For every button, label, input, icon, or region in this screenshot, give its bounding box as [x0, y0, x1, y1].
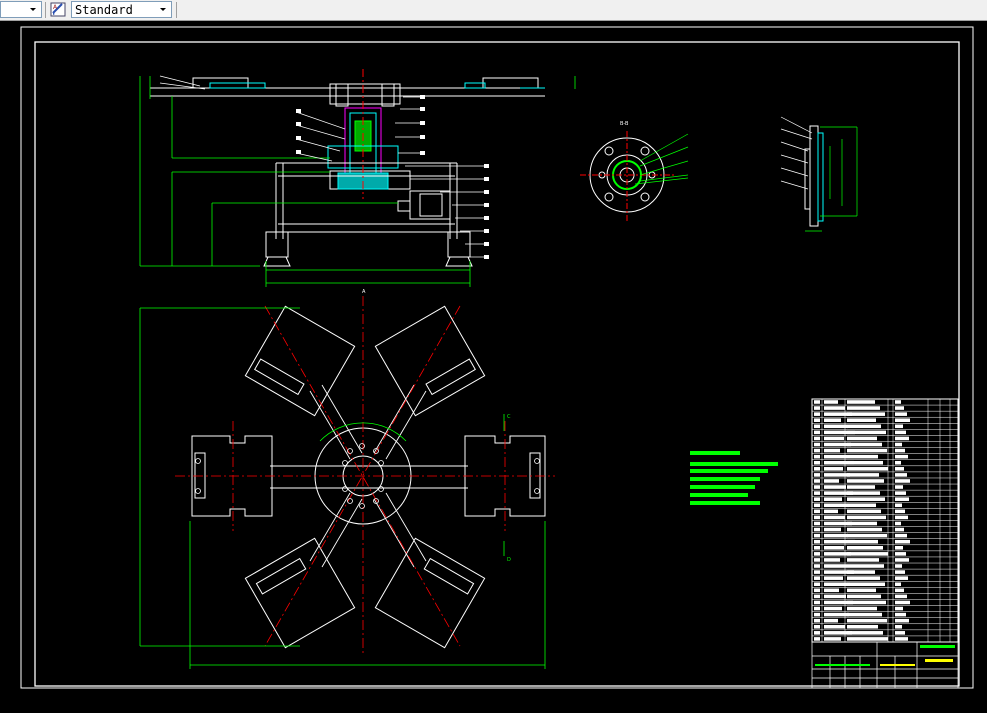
layer-dropdown[interactable]	[0, 1, 42, 18]
text-style-dropdown[interactable]: Standard	[71, 1, 172, 18]
section-d-label: D	[507, 557, 511, 563]
drawing-canvas[interactable]: A B-B C D	[0, 21, 987, 713]
chevron-down-icon	[160, 8, 166, 11]
toolbar-separator	[45, 2, 46, 18]
cad-drawing: A B-B C D	[0, 21, 987, 713]
section-bb-label: B-B	[620, 121, 629, 127]
text-style-dropdown-value: Standard	[75, 3, 133, 17]
parts-list-table	[811, 398, 959, 643]
text-style-icon[interactable]: A	[50, 1, 68, 18]
section-c-label: C	[507, 414, 511, 420]
view-label-a: A	[362, 289, 366, 295]
properties-toolbar: A Standard	[0, 0, 987, 21]
toolbar-separator	[176, 2, 177, 18]
chevron-down-icon	[30, 8, 36, 11]
